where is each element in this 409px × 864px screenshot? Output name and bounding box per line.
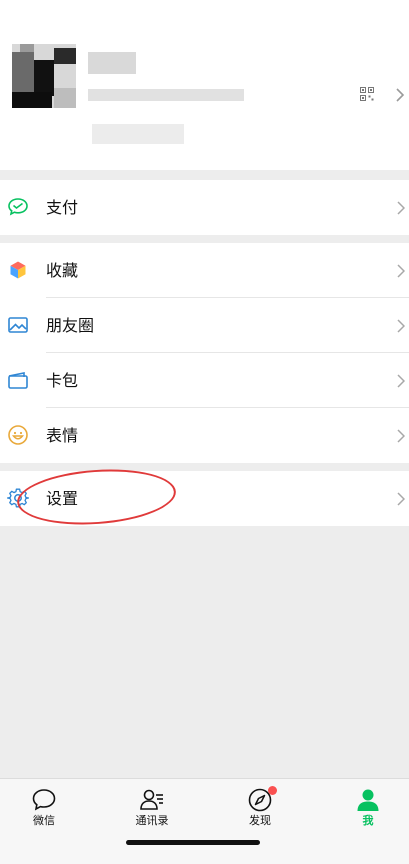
home-indicator — [126, 840, 260, 845]
status-blurred — [92, 124, 184, 144]
sticker-smiley-icon — [7, 424, 29, 446]
chevron-right-icon[interactable] — [395, 88, 405, 102]
profile-header[interactable] — [0, 0, 409, 170]
tab-contacts[interactable]: 通讯录 — [117, 779, 187, 831]
tab-label: 发现 — [249, 814, 271, 827]
chevron-right-icon — [397, 374, 405, 388]
menu-item-label: 朋友圈 — [46, 316, 95, 335]
chevron-right-icon — [397, 201, 405, 215]
menu-item-moments[interactable]: 朋友圈 — [0, 298, 409, 353]
features-group: 收藏 朋友圈 卡包 表情 — [0, 243, 409, 463]
bottom-tab-bar: 微信 通讯录 发现 我 — [0, 778, 409, 864]
tab-chats[interactable]: 微信 — [9, 779, 79, 831]
pay-group: 支付 — [0, 180, 409, 235]
nickname-blurred — [88, 52, 136, 74]
chevron-right-icon — [397, 492, 405, 506]
menu-item-label: 支付 — [46, 198, 79, 217]
chevron-right-icon — [397, 264, 405, 278]
chat-bubble-icon — [32, 789, 56, 811]
tab-label: 通讯录 — [135, 814, 169, 827]
avatar[interactable] — [12, 44, 76, 108]
moments-album-icon — [7, 314, 29, 336]
favorites-cube-icon — [7, 259, 29, 281]
menu-item-favorites[interactable]: 收藏 — [0, 243, 409, 298]
menu-item-label: 表情 — [46, 426, 79, 445]
tab-label: 微信 — [33, 814, 55, 827]
wechat-id-blurred — [88, 89, 244, 101]
wechat-pay-icon — [7, 196, 29, 218]
chevron-right-icon — [397, 429, 405, 443]
tab-label: 我 — [362, 814, 374, 827]
qr-code-icon[interactable] — [360, 87, 374, 101]
chevron-right-icon — [397, 319, 405, 333]
contacts-person-icon — [140, 789, 163, 810]
menu-item-stickers[interactable]: 表情 — [0, 408, 409, 463]
menu-item-label: 收藏 — [46, 261, 79, 280]
card-wallet-icon — [7, 369, 29, 391]
tab-discover[interactable]: 发现 — [225, 779, 295, 831]
menu-item-pay[interactable]: 支付 — [0, 180, 409, 235]
person-filled-icon — [357, 789, 379, 811]
tab-me[interactable]: 我 — [333, 779, 403, 831]
menu-item-label: 卡包 — [46, 371, 79, 390]
menu-item-cards[interactable]: 卡包 — [0, 353, 409, 408]
notification-dot — [268, 786, 277, 795]
